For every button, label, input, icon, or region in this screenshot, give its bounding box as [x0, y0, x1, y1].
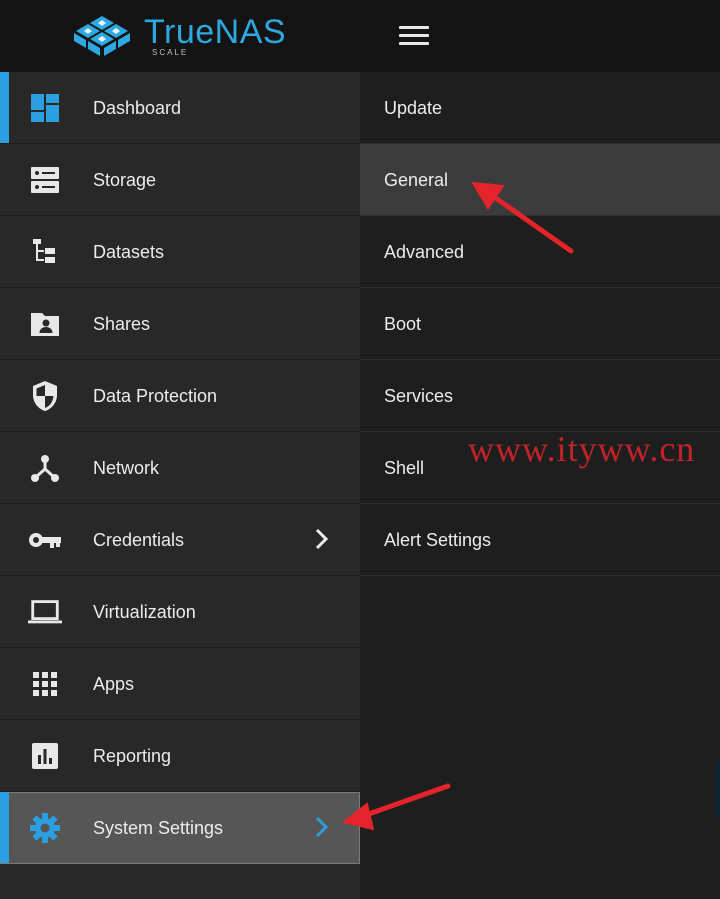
indicator: [0, 144, 9, 215]
sidebar-item-virtualization[interactable]: Virtualization: [0, 576, 360, 648]
submenu-item-label: Boot: [384, 314, 422, 334]
truenas-logo-icon: [74, 16, 130, 56]
sidebar-item-label: Data Protection: [93, 386, 218, 406]
brand-edition: SCALE: [152, 48, 189, 57]
brand-name: TrueNAS: [144, 13, 287, 51]
submenu-item-services[interactable]: Services: [360, 360, 720, 432]
system-settings-submenu: Update General Advanced Boot Services Sh…: [360, 72, 720, 899]
hamburger-icon: [399, 26, 429, 29]
chevron-right-icon: [312, 814, 332, 840]
sidebar-item-label: Dashboard: [93, 98, 182, 118]
menu-toggle-button[interactable]: [399, 26, 429, 48]
sidebar-item-network[interactable]: Network: [0, 432, 360, 504]
submenu-item-label: Services: [384, 386, 454, 406]
sidebar-item-label: Shares: [93, 314, 151, 334]
key-icon: [28, 524, 62, 556]
submenu-item-general[interactable]: General: [360, 144, 720, 216]
active-indicator: [0, 792, 9, 863]
sidebar-item-label: Datasets: [93, 242, 165, 262]
shares-icon: [28, 308, 62, 340]
top-bar: TrueNAS SCALE: [0, 0, 720, 72]
reporting-icon: [28, 740, 62, 772]
sidebar-item-label: Reporting: [93, 746, 172, 766]
indicator: [0, 432, 9, 503]
storage-icon: [28, 164, 62, 196]
sidebar-item-dashboard[interactable]: Dashboard: [0, 72, 360, 144]
submenu-item-label: Update: [384, 98, 443, 118]
datasets-icon: [28, 236, 62, 268]
submenu-item-label: Alert Settings: [384, 530, 492, 550]
watermark-text: www.ityww.cn: [468, 429, 696, 469]
submenu-item-label: Advanced: [384, 242, 465, 262]
indicator: [0, 216, 9, 287]
sidebar-item-label: Network: [93, 458, 160, 478]
sidebar-item-reporting[interactable]: Reporting: [0, 720, 360, 792]
sidebar-item-label: Apps: [93, 674, 135, 694]
submenu-item-label: General: [384, 170, 449, 190]
hamburger-line: [399, 34, 429, 37]
submenu-item-update[interactable]: Update: [360, 72, 720, 144]
scrollbar[interactable]: [716, 762, 720, 818]
indicator: [0, 648, 9, 719]
active-indicator: [0, 72, 9, 143]
sidebar-item-label: Credentials: [93, 530, 185, 550]
sidebar-item-shares[interactable]: Shares: [0, 288, 360, 360]
gear-icon: [28, 812, 62, 844]
submenu-item-alert-settings[interactable]: Alert Settings: [360, 504, 720, 576]
sidebar-item-label: Storage: [93, 170, 157, 190]
hamburger-line: [399, 42, 429, 45]
chevron-right-icon: [312, 526, 332, 552]
indicator: [0, 576, 9, 647]
apps-grid-icon: [28, 668, 62, 700]
dashboard-icon: [28, 92, 62, 124]
sidebar-item-label: Virtualization: [93, 602, 196, 622]
sidebar-item-credentials[interactable]: Credentials: [0, 504, 360, 576]
truenas-logo[interactable]: TrueNAS SCALE: [70, 12, 300, 60]
sidebar: Dashboard Storage Datasets Shares Data P…: [0, 72, 360, 899]
indicator: [0, 360, 9, 431]
indicator: [0, 504, 9, 575]
sidebar-item-system-settings[interactable]: System Settings: [0, 792, 360, 864]
network-icon: [28, 452, 62, 484]
submenu-item-label: Shell: [384, 458, 425, 478]
sidebar-item-datasets[interactable]: Datasets: [0, 216, 360, 288]
sidebar-item-apps[interactable]: Apps: [0, 648, 360, 720]
indicator: [0, 288, 9, 359]
indicator: [0, 720, 9, 791]
sidebar-item-storage[interactable]: Storage: [0, 144, 360, 216]
laptop-icon: [28, 596, 62, 628]
submenu-item-advanced[interactable]: Advanced: [360, 216, 720, 288]
submenu-item-boot[interactable]: Boot: [360, 288, 720, 360]
shield-icon: [28, 380, 62, 412]
sidebar-item-data-protection[interactable]: Data Protection: [0, 360, 360, 432]
sidebar-item-label: System Settings: [93, 818, 224, 838]
